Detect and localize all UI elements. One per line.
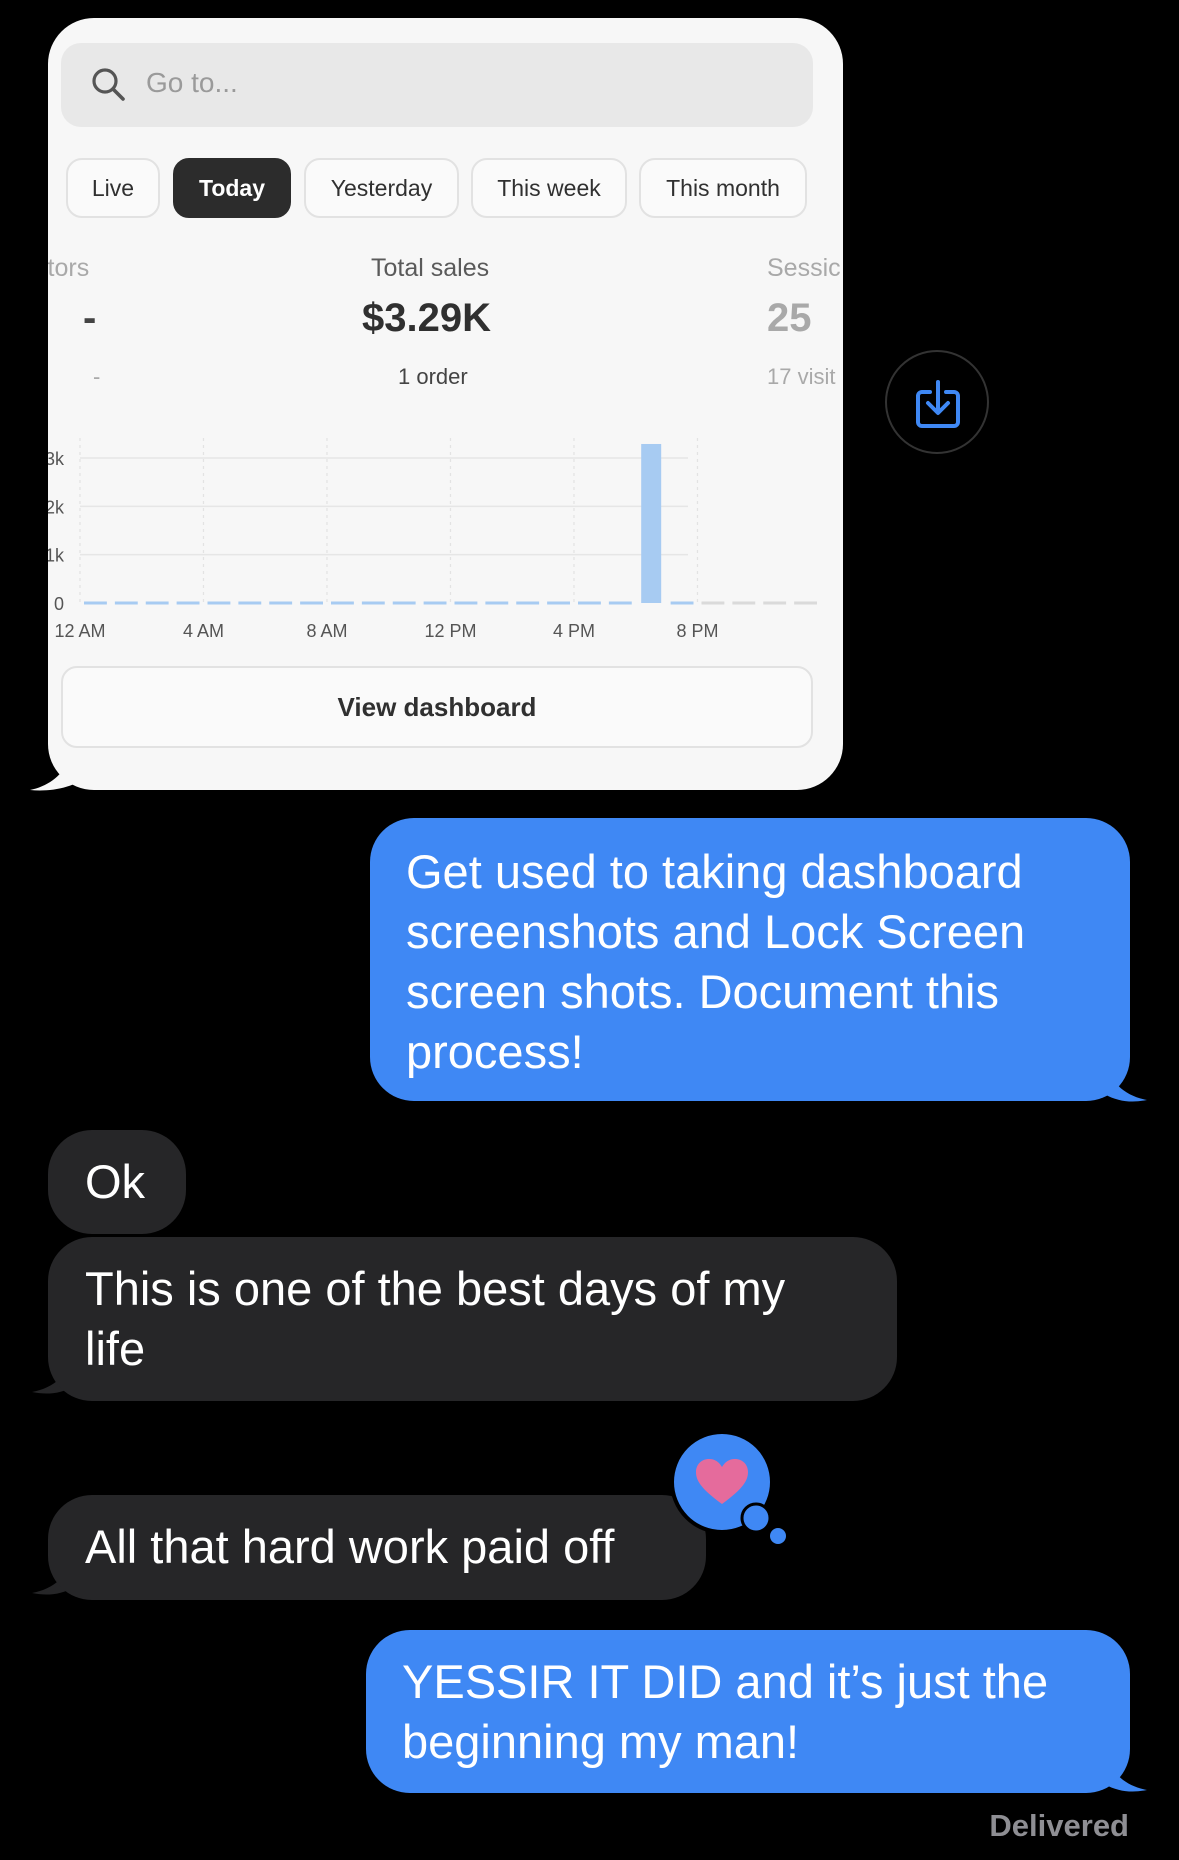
message-text-line: Ok	[85, 1155, 146, 1208]
x-tick-label: 4 PM	[553, 621, 595, 638]
message-text-line: Get used to taking dashboard	[406, 845, 1023, 898]
message-outgoing[interactable]: Get used to taking dashboard screenshots…	[370, 818, 1130, 1101]
message-incoming[interactable]: This is one of the best days of my life	[48, 1237, 897, 1401]
message-text-line: YESSIR IT DID and it’s just the	[402, 1655, 1049, 1708]
y-tick-label: 3k	[48, 449, 65, 469]
chart-bar	[641, 443, 662, 603]
x-tick-label: 12 AM	[54, 621, 105, 638]
message-text-line: screen shots. Document this	[406, 965, 999, 1018]
save-to-photos-icon	[916, 380, 960, 428]
message-text-line: screenshots and Lock Screen	[406, 905, 1026, 958]
x-tick-label: 4 AM	[183, 621, 224, 638]
save-image-button[interactable]	[885, 350, 989, 454]
y-tick-label: 2k	[48, 497, 65, 517]
x-tick-label: 8 PM	[676, 621, 718, 638]
message-text-line: This is one of the best days of my	[85, 1262, 786, 1315]
message-incoming[interactable]: All that hard work paid off	[48, 1495, 706, 1600]
y-tick-label: 1k	[48, 546, 65, 566]
message-text-line: All that hard work paid off	[85, 1520, 615, 1573]
dashboard-screenshot[interactable]: Go to... Live Today Yesterday This week …	[48, 18, 843, 790]
message-text-line: process!	[406, 1025, 584, 1078]
x-tick-label: 12 PM	[424, 621, 476, 638]
message-incoming[interactable]: Ok	[48, 1130, 186, 1234]
message-outgoing[interactable]: YESSIR IT DID and it’s just the beginnin…	[366, 1630, 1130, 1793]
message-text-line: beginning my man!	[402, 1715, 800, 1768]
x-tick-label: 8 AM	[306, 621, 347, 638]
message-text-line: life	[85, 1322, 146, 1375]
heart-reaction[interactable]	[670, 1430, 790, 1550]
y-tick-label: 0	[54, 594, 64, 614]
delivery-status: Delivered	[989, 1808, 1129, 1843]
sales-chart: 3k 2k 1k 0 12 AM 4 AM 8 AM 12 PM 4 PM 8 PM	[48, 438, 817, 638]
view-dashboard-button[interactable]: View dashboard	[61, 666, 813, 748]
